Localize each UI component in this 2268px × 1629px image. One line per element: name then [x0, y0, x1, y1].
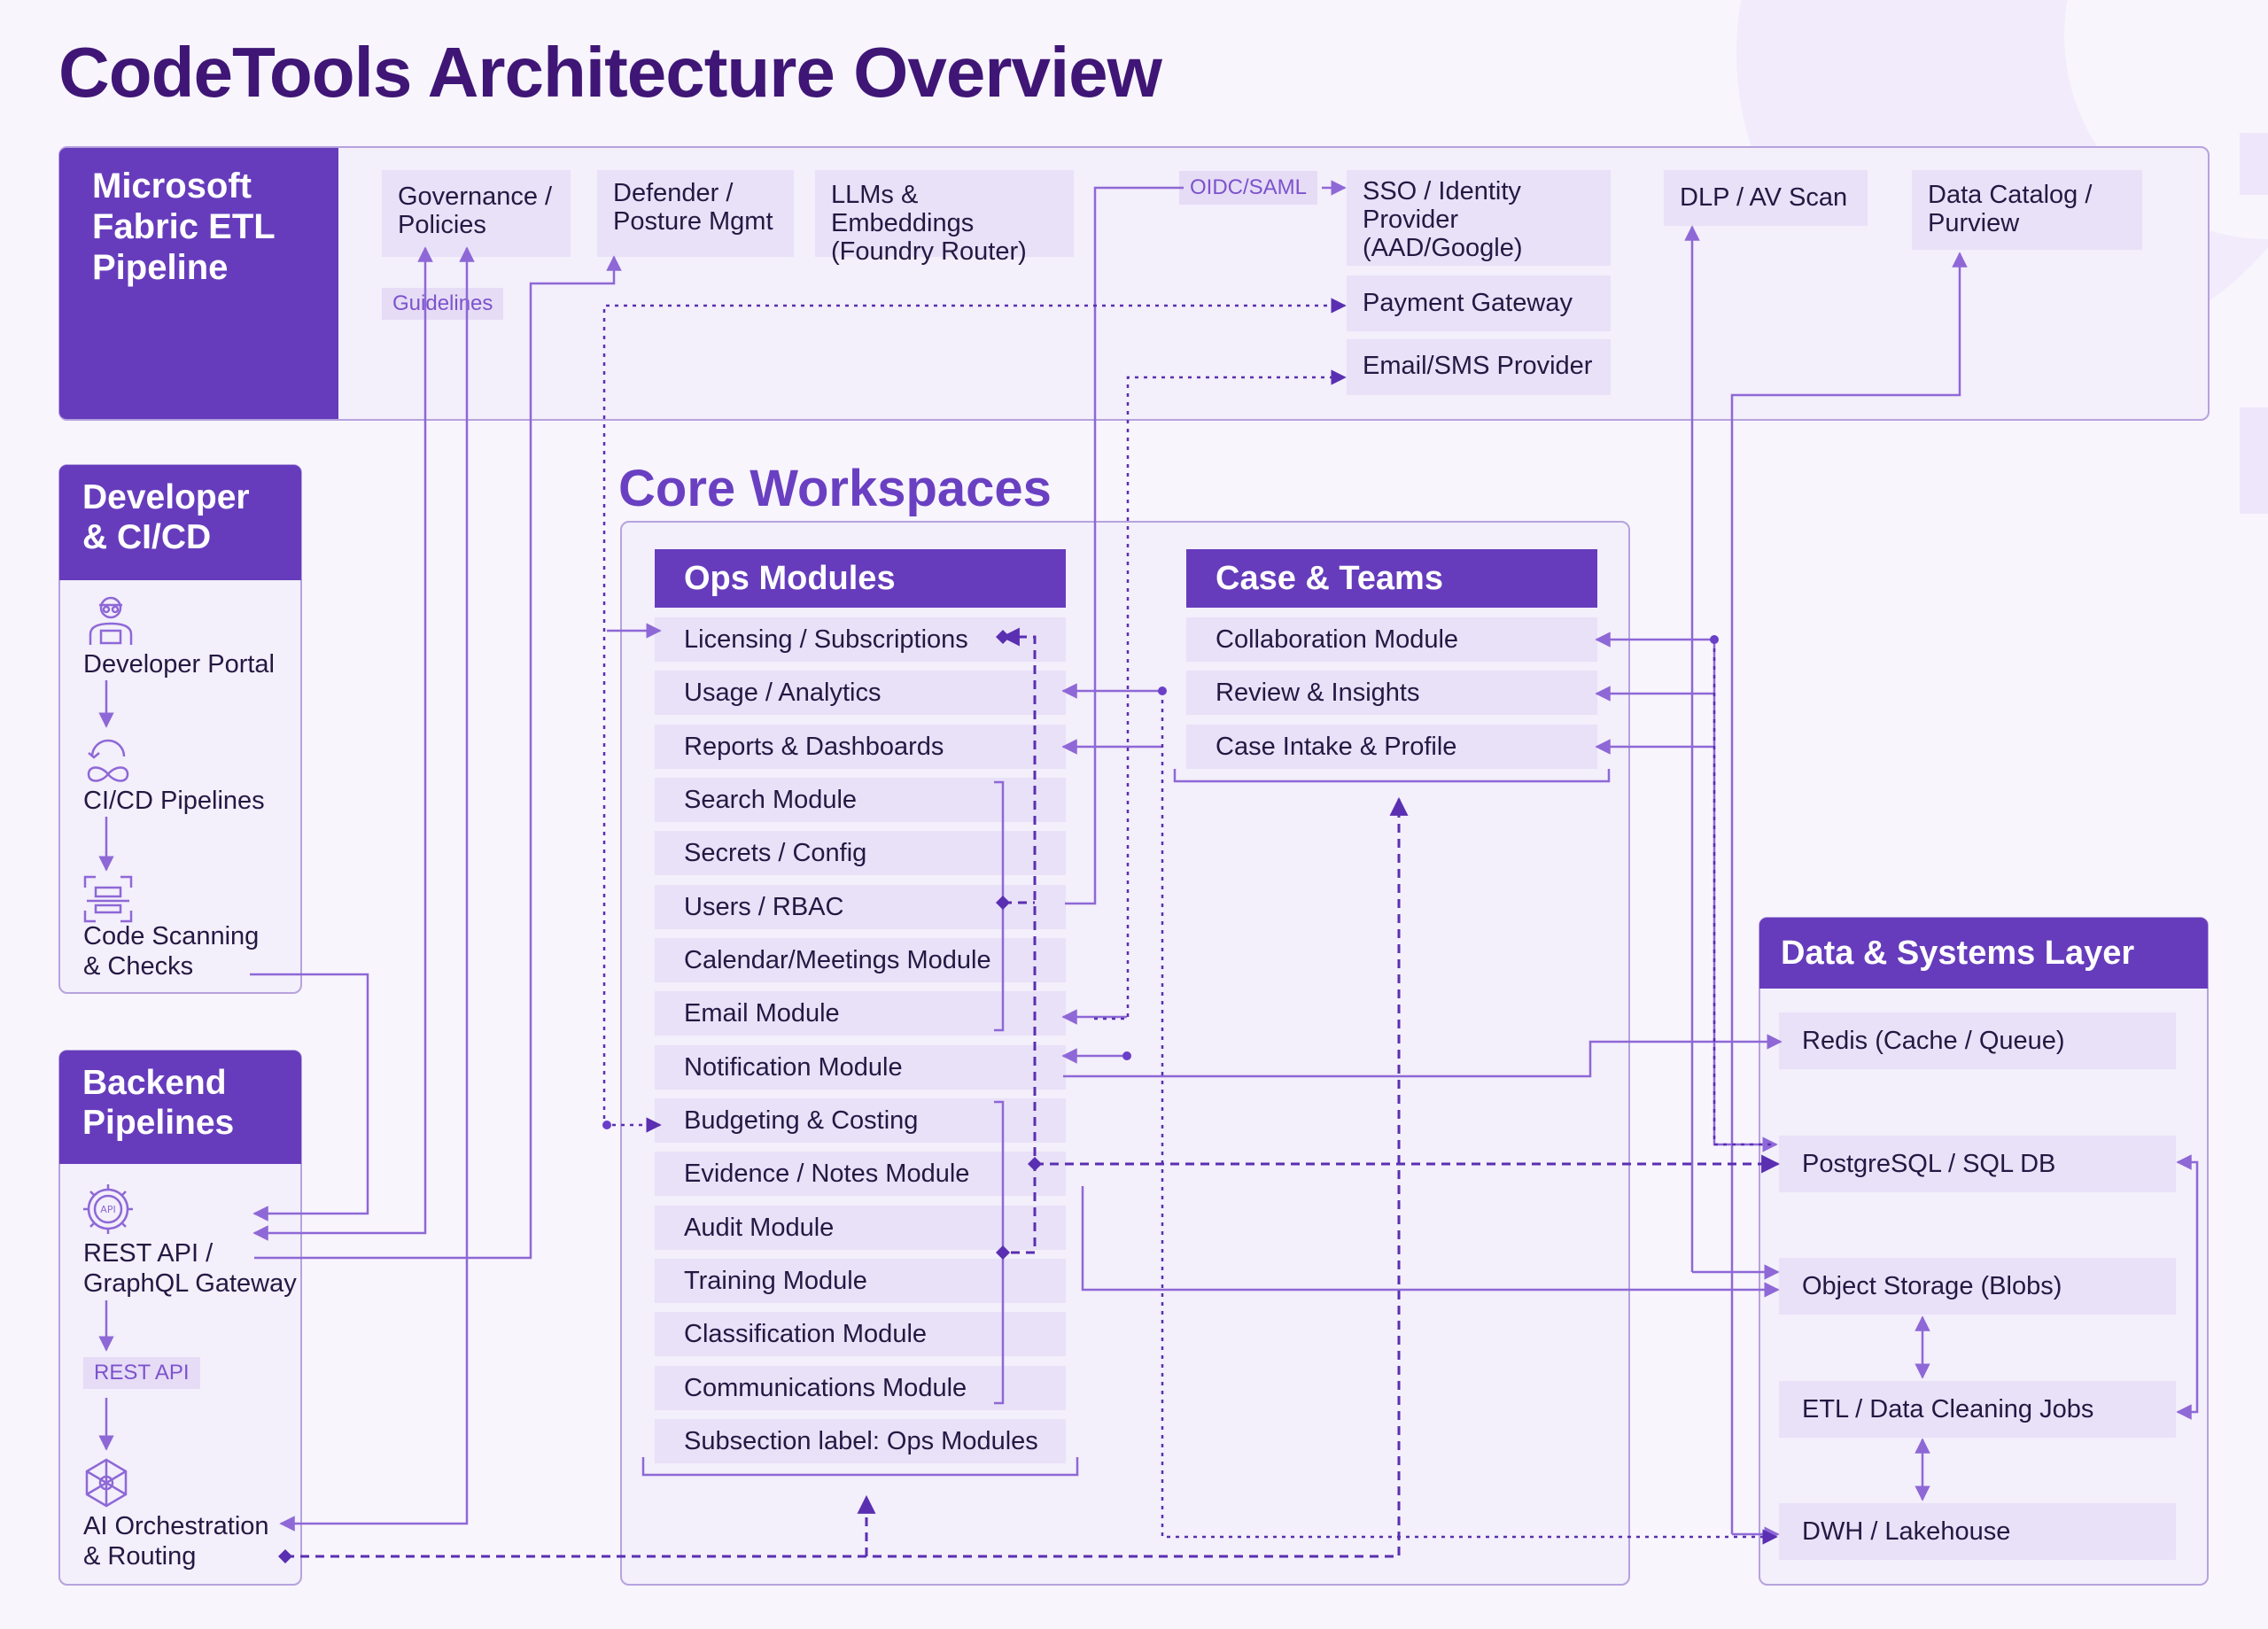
llms-card: LLMs & Embeddings (Foundry Router) — [815, 170, 1074, 266]
data-catalog-card: Data Catalog / Purview — [1912, 170, 2142, 250]
defender-card: Defender / Posture Mgmt — [597, 170, 794, 257]
ops-item-classification[interactable]: Classification Module — [655, 1312, 1066, 1356]
ops-item-search[interactable]: Search Module — [655, 778, 1066, 822]
developer-icon — [89, 596, 133, 645]
page-title: CodeTools Architecture Overview — [58, 33, 1162, 112]
ops-item-licensing[interactable]: Licensing / Subscriptions — [655, 617, 1066, 662]
backend-header: Backend Pipelines — [59, 1051, 301, 1164]
developer-header: Developer & CI/CD — [59, 465, 301, 580]
ops-item-communications[interactable]: Communications Module — [655, 1366, 1066, 1410]
case-item-intake[interactable]: Case Intake & Profile — [1186, 725, 1597, 769]
data-item-postgresql[interactable]: PostgreSQL / SQL DB — [1779, 1136, 2176, 1192]
case-item-review[interactable]: Review & Insights — [1186, 671, 1597, 715]
ops-item-budgeting[interactable]: Budgeting & Costing — [655, 1098, 1066, 1143]
ops-item-usage[interactable]: Usage / Analytics — [655, 671, 1066, 715]
svg-text:API: API — [100, 1204, 115, 1215]
ops-item-evidence[interactable]: Evidence / Notes Module — [655, 1152, 1066, 1196]
ops-item-training[interactable]: Training Module — [655, 1259, 1066, 1303]
guidelines-chip: Guidelines — [382, 288, 504, 320]
fabric-title: Microsoft Fabric ETL Pipeline — [92, 167, 276, 287]
ops-item-users[interactable]: Users / RBAC — [655, 885, 1066, 929]
payment-gateway-card: Payment Gateway — [1347, 275, 1611, 331]
code-scanning-label: Code Scanning & Checks — [83, 922, 260, 981]
network-icon — [85, 1458, 128, 1508]
api-icon: API — [83, 1184, 133, 1234]
scan-icon — [83, 875, 133, 923]
data-item-dwh[interactable]: DWH / Lakehouse — [1779, 1503, 2176, 1560]
core-workspaces-title: Core Workspaces — [618, 460, 1052, 517]
sso-card: SSO / Identity Provider (AAD/Google) — [1347, 170, 1611, 266]
rest-api-chip: REST API — [83, 1357, 200, 1389]
data-item-etl-jobs[interactable]: ETL / Data Cleaning Jobs — [1779, 1381, 2176, 1438]
gateway-label: REST API / GraphQL Gateway — [83, 1239, 297, 1298]
ops-item-secrets[interactable]: Secrets / Config — [655, 831, 1066, 875]
oidc-saml-chip: OIDC/SAML — [1179, 171, 1318, 205]
ai-orchestration-label: AI Orchestration & Routing — [83, 1512, 269, 1571]
ops-item-reports[interactable]: Reports & Dashboards — [655, 725, 1066, 769]
ops-item-subsection-label[interactable]: Subsection label: Ops Modules — [655, 1419, 1066, 1463]
data-systems-header: Data & Systems Layer — [1759, 918, 2208, 989]
case-item-collaboration[interactable]: Collaboration Module — [1186, 617, 1597, 662]
ops-item-calendar[interactable]: Calendar/Meetings Module — [655, 938, 1066, 982]
governance-card: Governance / Policies — [382, 170, 571, 257]
email-sms-provider-card: Email/SMS Provider — [1347, 339, 1611, 395]
ops-item-notification[interactable]: Notification Module — [655, 1045, 1066, 1090]
cicd-pipelines-label: CI/CD Pipelines — [83, 787, 265, 815]
fabric-title-block: Microsoft Fabric ETL Pipeline — [59, 148, 338, 419]
dlp-av-scan-card: DLP / AV Scan — [1664, 170, 1868, 226]
ops-item-audit[interactable]: Audit Module — [655, 1206, 1066, 1250]
cicd-icon — [87, 739, 129, 782]
case-teams-header: Case & Teams — [1186, 549, 1597, 608]
data-item-object-storage[interactable]: Object Storage (Blobs) — [1779, 1258, 2176, 1315]
data-item-redis[interactable]: Redis (Cache / Queue) — [1779, 1012, 2176, 1069]
ops-modules-header: Ops Modules — [655, 549, 1066, 608]
developer-portal-label: Developer Portal — [83, 650, 275, 679]
ops-item-email[interactable]: Email Module — [655, 991, 1066, 1036]
